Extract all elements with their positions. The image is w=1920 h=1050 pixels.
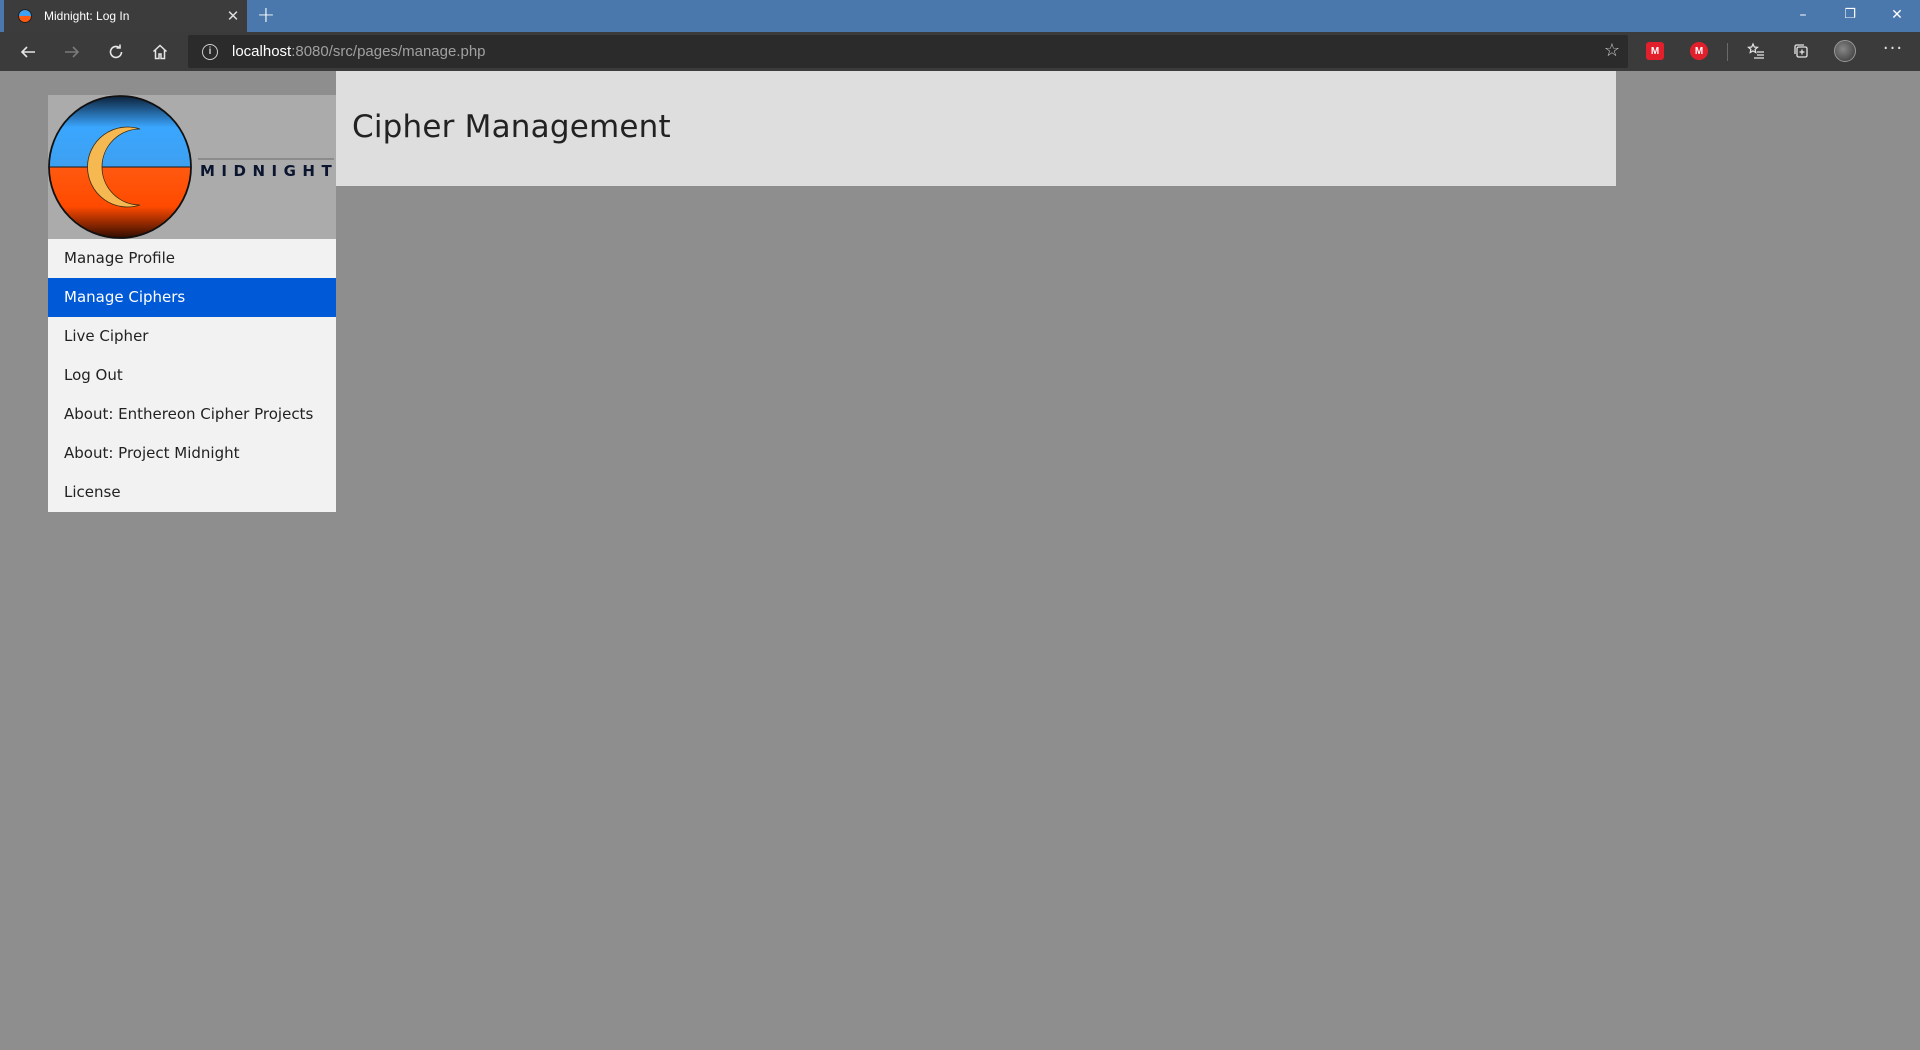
browser-navbar: i localhost :8080/src/pages/manage.php ☆…: [0, 32, 1920, 71]
page-title: Cipher Management: [352, 109, 671, 145]
sidebar-item-live-cipher[interactable]: Live Cipher: [48, 317, 336, 356]
more-icon[interactable]: ···: [1878, 38, 1908, 66]
collections-icon[interactable]: [1792, 42, 1810, 60]
toolbar-divider: [1727, 43, 1728, 61]
forward-arrow-icon: [65, 46, 80, 58]
page-body: MIDNIGHT Manage Profile Manage Ciphers L…: [0, 71, 1920, 1050]
close-tab-icon[interactable]: ✕: [219, 7, 247, 25]
address-bar[interactable]: i localhost :8080/src/pages/manage.php ☆: [188, 35, 1628, 68]
forward-button[interactable]: [56, 36, 88, 68]
profile-icon[interactable]: [1834, 40, 1856, 62]
close-window-icon[interactable]: ✕: [1874, 0, 1920, 32]
page-header: Cipher Management: [336, 71, 1616, 186]
url-path: :8080/src/pages/manage.php: [291, 43, 486, 60]
logo-area: MIDNIGHT: [48, 95, 336, 239]
new-tab-button[interactable]: +: [252, 2, 280, 30]
favorites-icon[interactable]: [1747, 42, 1765, 60]
extension-1-icon[interactable]: M: [1646, 42, 1664, 60]
sidebar-item-license[interactable]: License: [48, 473, 336, 512]
browser-titlebar: Midnight: Log In ✕ + – ❐ ✕: [0, 0, 1920, 32]
sidebar-item-about-midnight[interactable]: About: Project Midnight: [48, 434, 336, 473]
back-arrow-icon: [20, 46, 35, 58]
info-icon[interactable]: i: [202, 43, 218, 60]
sidebar-item-manage-ciphers[interactable]: Manage Ciphers: [48, 278, 336, 317]
refresh-icon: [109, 44, 123, 59]
url-host: localhost: [232, 43, 292, 60]
svg-text:MIDNIGHT: MIDNIGHT: [200, 162, 334, 180]
home-icon: [152, 44, 168, 60]
midnight-moon-logo: [48, 95, 192, 239]
sidebar: MIDNIGHT Manage Profile Manage Ciphers L…: [48, 95, 336, 512]
back-button[interactable]: [12, 36, 44, 68]
star-icon[interactable]: ☆: [1604, 40, 1620, 61]
browser-tab[interactable]: Midnight: Log In ✕: [4, 0, 247, 32]
restore-icon[interactable]: ❐: [1827, 0, 1873, 32]
midnight-wordmark: MIDNIGHT: [198, 158, 334, 180]
sidebar-item-log-out[interactable]: Log Out: [48, 356, 336, 395]
sidebar-item-about-enthereon[interactable]: About: Enthereon Cipher Projects: [48, 395, 336, 434]
sidebar-item-manage-profile[interactable]: Manage Profile: [48, 239, 336, 278]
refresh-button[interactable]: [100, 36, 132, 68]
home-button[interactable]: [144, 36, 176, 68]
midnight-favicon-icon: [18, 9, 32, 23]
tab-title: Midnight: Log In: [44, 9, 130, 23]
extension-2-icon[interactable]: M: [1690, 42, 1708, 60]
sidebar-menu: Manage Profile Manage Ciphers Live Ciphe…: [48, 239, 336, 512]
minimize-icon[interactable]: –: [1780, 0, 1826, 32]
